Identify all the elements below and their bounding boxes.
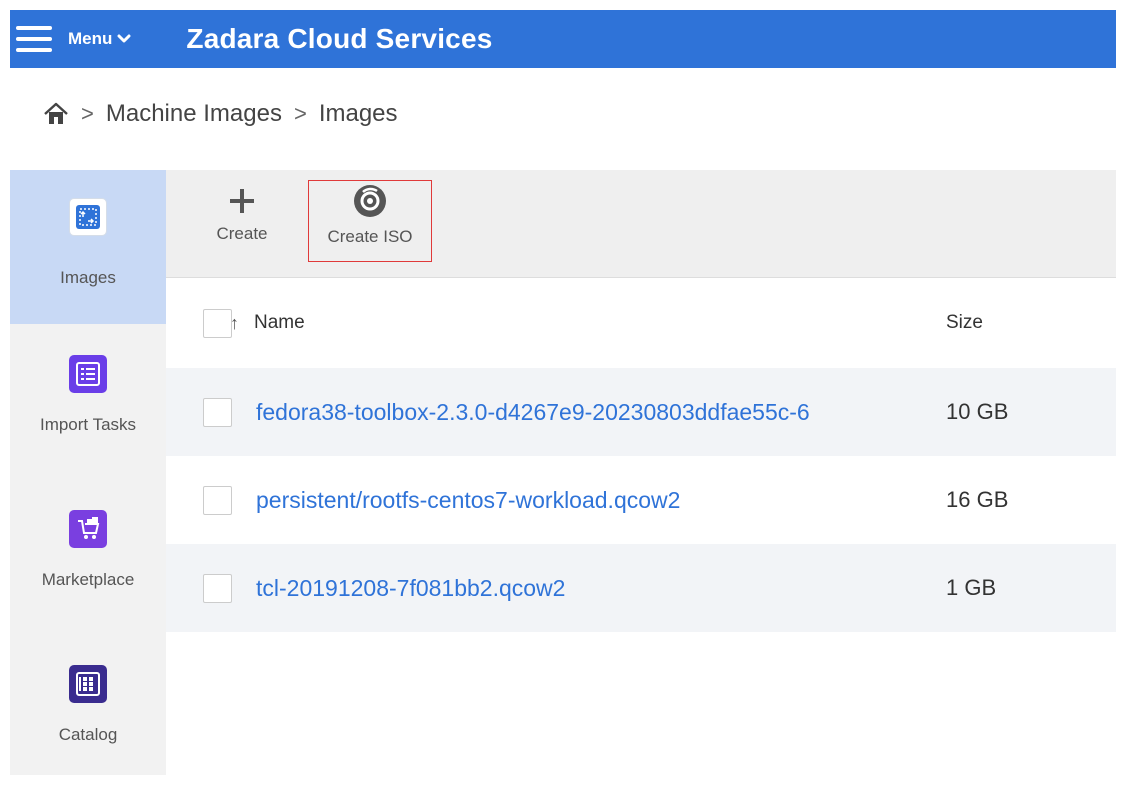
image-name-link[interactable]: fedora38-toolbox-2.3.0-d4267e9-20230803d… (256, 399, 944, 426)
column-header-size: Size (946, 312, 983, 333)
images-icon (69, 198, 107, 236)
row-checkbox[interactable] (203, 397, 232, 427)
toolbar: Create Create ISO (166, 170, 1116, 278)
image-size: 10 GB (946, 399, 1009, 424)
column-header-name[interactable]: Name (254, 312, 305, 334)
create-button[interactable]: Create (206, 180, 278, 262)
hamburger-menu-icon[interactable] (16, 19, 56, 59)
brand-title: Zadara Cloud Services (186, 23, 493, 54)
catalog-icon (69, 665, 107, 703)
breadcrumb-machine-images[interactable]: Machine Images (106, 100, 282, 128)
image-size: 1 GB (946, 575, 997, 600)
table-row: tcl-20191208-7f081bb2.qcow2 1 GB (166, 544, 1116, 632)
sidebar-item-label: Marketplace (41, 570, 135, 589)
create-iso-label: Create ISO (327, 227, 413, 246)
create-iso-button[interactable]: Create ISO (308, 180, 432, 262)
menu-label: Menu (68, 29, 113, 48)
table-row: fedora38-toolbox-2.3.0-d4267e9-20230803d… (166, 368, 1116, 456)
sidebar-item-catalog[interactable]: Catalog (10, 650, 166, 804)
breadcrumb-separator: > (81, 101, 94, 126)
sidebar-item-label: Catalog (58, 725, 118, 744)
table-header: ↑ Name Size (166, 278, 1116, 368)
sidebar-item-label: Images (60, 268, 116, 287)
table-row: persistent/rootfs-centos7-workload.qcow2… (166, 456, 1116, 544)
create-label: Create (216, 224, 268, 243)
sidebar: Images Import Tasks Marketplace Catalog (10, 170, 166, 775)
home-icon[interactable] (43, 102, 69, 126)
top-bar: Menu Zadara Cloud Services (10, 10, 1116, 68)
chevron-down-icon (117, 34, 131, 43)
breadcrumb-separator: > (293, 101, 307, 126)
sort-icon[interactable]: ↑ (230, 313, 239, 334)
breadcrumb-images: Images (318, 100, 398, 127)
breadcrumb: > Machine Images > Images (43, 100, 398, 128)
disc-icon (354, 185, 386, 217)
list-icon (69, 355, 107, 393)
select-all-checkbox[interactable] (203, 308, 232, 338)
marketplace-icon (69, 510, 107, 548)
row-checkbox[interactable] (203, 485, 232, 515)
sidebar-item-images[interactable]: Images (10, 170, 166, 324)
image-name-link[interactable]: tcl-20191208-7f081bb2.qcow2 (256, 575, 944, 602)
sidebar-item-marketplace[interactable]: Marketplace (10, 495, 166, 649)
sidebar-item-label: Import Tasks (39, 415, 137, 434)
plus-icon (230, 189, 254, 213)
image-size: 16 GB (946, 487, 1009, 512)
sidebar-item-import-tasks[interactable]: Import Tasks (10, 340, 166, 494)
image-name-link[interactable]: persistent/rootfs-centos7-workload.qcow2 (256, 487, 944, 514)
row-checkbox[interactable] (203, 573, 232, 603)
menu-button[interactable]: Menu (68, 29, 131, 49)
images-table: ↑ Name Size fedora38-toolbox-2.3.0-d4267… (166, 278, 1116, 632)
